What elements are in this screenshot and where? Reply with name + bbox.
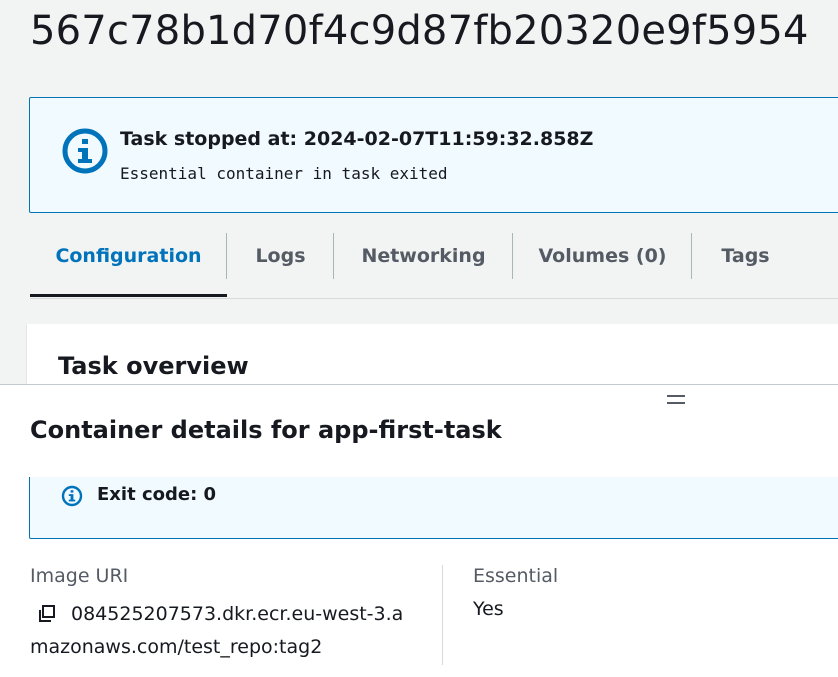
info-icon — [62, 128, 108, 174]
tab-label: Logs — [255, 245, 306, 267]
tab-label: Volumes (0) — [538, 245, 667, 267]
essential-field: Essential Yes — [473, 565, 773, 620]
task-overview-title: Task overview — [58, 352, 249, 380]
exit-code-alert: Exit code: 0 — [29, 477, 838, 539]
alert-message: Essential container in task exited — [120, 164, 448, 183]
info-icon — [61, 485, 83, 507]
image-uri-value-line1: 084525207573.dkr.ecr.eu-west-3.a — [71, 603, 404, 625]
tab-networking[interactable]: Networking — [334, 233, 513, 279]
tab-volumes[interactable]: Volumes (0) — [513, 233, 692, 279]
tab-logs[interactable]: Logs — [227, 233, 334, 279]
container-details-title: Container details for app-first-task — [30, 416, 502, 444]
task-id-title: 567c78b1d70f4c9d87fb20320e9f5954 — [30, 8, 809, 54]
tab-label: Configuration — [55, 245, 202, 267]
container-details-panel: Container details for app-first-task Exi… — [0, 384, 838, 677]
tab-bar: Configuration Logs Networking Volumes (0… — [30, 233, 838, 299]
image-uri-value-line2: mazonaws.com/test_repo:tag2 — [30, 636, 323, 658]
tab-label: Tags — [721, 245, 770, 267]
tab-tags[interactable]: Tags — [692, 233, 799, 279]
image-uri-label: Image URI — [30, 565, 129, 587]
image-uri-field: Image URI 084525207573.dkr.ecr.eu-west-3… — [30, 565, 430, 658]
tab-label: Networking — [361, 245, 486, 267]
task-stopped-alert: Task stopped at: 2024-02-07T11:59:32.858… — [29, 97, 838, 213]
exit-code-text: Exit code: 0 — [97, 484, 217, 505]
copy-icon[interactable] — [37, 604, 57, 624]
essential-label: Essential — [473, 565, 559, 587]
tab-configuration[interactable]: Configuration — [30, 233, 227, 297]
essential-value: Yes — [473, 598, 504, 620]
alert-title: Task stopped at: 2024-02-07T11:59:32.858… — [120, 128, 594, 150]
drag-handle-icon[interactable] — [667, 394, 685, 405]
column-divider — [442, 565, 443, 665]
